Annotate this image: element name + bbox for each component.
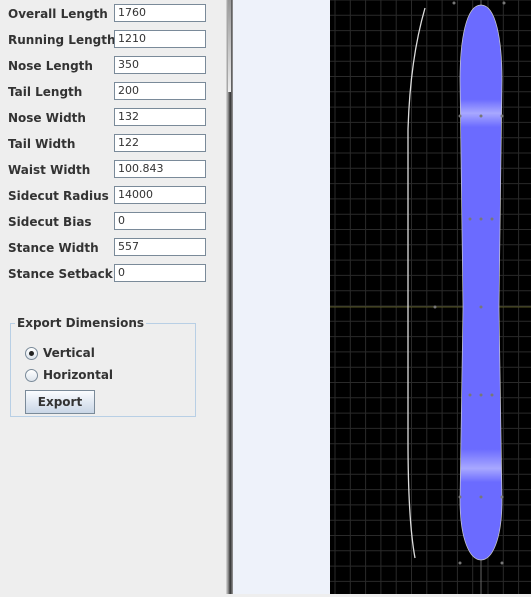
radio-vertical-label: Vertical xyxy=(43,346,95,360)
field-row: Stance Width 557 xyxy=(8,238,218,258)
field-row: Tail Width 122 xyxy=(8,134,218,154)
field-row: Overall Length 1760 xyxy=(8,4,218,24)
radio-horizontal-label: Horizontal xyxy=(43,368,114,382)
field-input[interactable]: 14000 xyxy=(114,186,206,204)
field-input[interactable]: 1210 xyxy=(114,30,206,48)
field-label: Nose Length xyxy=(8,59,93,73)
field-label: Stance Width xyxy=(8,241,99,255)
field-input[interactable]: 100.843 xyxy=(114,160,206,178)
field-input[interactable]: 122 xyxy=(114,134,206,152)
field-input[interactable]: 132 xyxy=(114,108,206,126)
radio-vertical[interactable]: Vertical xyxy=(25,346,95,360)
radio-horizontal[interactable]: Horizontal xyxy=(25,368,113,382)
field-input[interactable]: 0 xyxy=(114,264,206,282)
export-button[interactable]: Export xyxy=(25,390,95,414)
field-label: Sidecut Radius xyxy=(8,189,109,203)
field-row: Nose Width 132 xyxy=(8,108,218,128)
board-profile xyxy=(407,7,426,559)
parameters-panel: Export Dimensions Vertical Horizontal Ex… xyxy=(0,0,226,594)
board-outline xyxy=(459,4,503,561)
field-input[interactable]: 350 xyxy=(114,56,206,74)
field-row: Tail Length 200 xyxy=(8,82,218,102)
field-input[interactable]: 1760 xyxy=(114,4,206,22)
field-label: Nose Width xyxy=(8,111,86,125)
field-label: Sidecut Bias xyxy=(8,215,92,229)
field-row: Waist Width 100.843 xyxy=(8,160,218,180)
field-input[interactable]: 557 xyxy=(114,238,206,256)
radio-selected-icon[interactable] xyxy=(25,346,38,360)
scrollbar-thumb[interactable] xyxy=(228,0,231,92)
preview-panel xyxy=(233,0,330,594)
board-canvas[interactable] xyxy=(330,0,531,594)
field-label: Tail Width xyxy=(8,137,76,151)
radio-unselected-icon[interactable] xyxy=(25,368,38,382)
field-label: Overall Length xyxy=(8,7,108,21)
field-label: Tail Length xyxy=(8,85,83,99)
field-input[interactable]: 0 xyxy=(114,212,206,230)
export-dimensions-group: Export Dimensions Vertical Horizontal Ex… xyxy=(10,316,196,417)
field-label: Waist Width xyxy=(8,163,91,177)
field-row: Stance Setback 0 xyxy=(8,264,218,284)
field-row: Nose Length 350 xyxy=(8,56,218,76)
field-row: Sidecut Bias 0 xyxy=(8,212,218,232)
field-label: Running Length xyxy=(8,33,116,47)
export-dimensions-title: Export Dimensions xyxy=(17,316,145,330)
field-label: Stance Setback xyxy=(8,267,113,281)
field-row: Running Length 1210 xyxy=(8,30,218,50)
field-input[interactable]: 200 xyxy=(114,82,206,100)
field-row: Sidecut Radius 14000 xyxy=(8,186,218,206)
